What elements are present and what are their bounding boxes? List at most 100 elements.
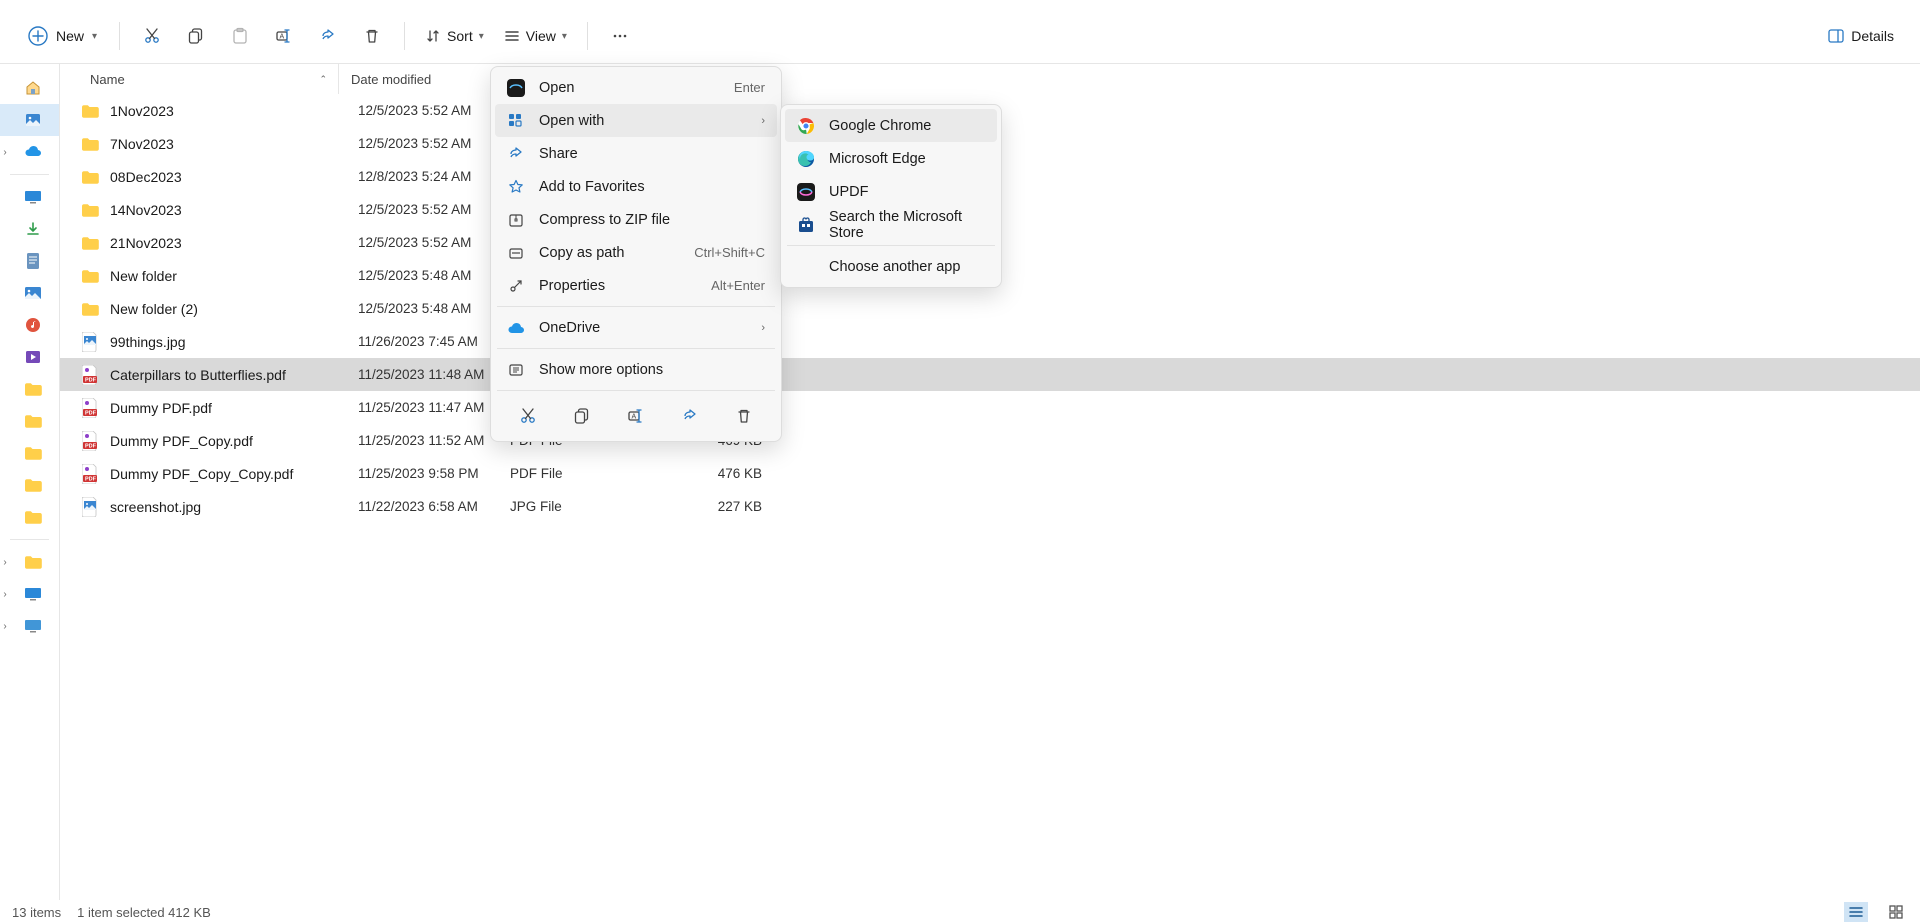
delete-button[interactable] [352, 18, 392, 54]
col-name[interactable]: Name⌃ [60, 64, 338, 94]
status-selection: 1 item selected 412 KB [77, 905, 211, 920]
file-name: Caterpillars to Butterflies.pdf [110, 367, 358, 383]
toolbar: New ▾ A Sort ▾ View ▾ Details [0, 9, 1920, 64]
submenu-edge[interactable]: Microsoft Edge [785, 142, 997, 175]
sort-button[interactable]: Sort ▾ [417, 22, 492, 50]
file-row[interactable]: PDF Caterpillars to Butterflies.pdf11/25/… [60, 358, 1920, 391]
file-row[interactable]: 99things.jpg11/26/2023 7:45 AM [60, 325, 1920, 358]
ctx-zip[interactable]: Compress to ZIP file [495, 203, 777, 236]
nav-downloads[interactable] [0, 213, 59, 245]
separator [10, 174, 49, 175]
chrome-icon [797, 117, 815, 135]
nav-onedrive[interactable]: › [0, 136, 59, 168]
submenu-another[interactable]: Choose another app [785, 250, 997, 283]
onedrive-icon [507, 319, 525, 337]
ctx-copy-path[interactable]: Copy as path Ctrl+Shift+C [495, 236, 777, 269]
nav-network[interactable]: › [0, 610, 59, 642]
ctx-onedrive[interactable]: OneDrive › [495, 311, 777, 344]
nav-pinned-3[interactable] [0, 437, 59, 469]
copy-icon [187, 27, 205, 45]
file-row[interactable]: New folder (2)12/5/2023 5:48 AM [60, 292, 1920, 325]
separator [497, 306, 775, 307]
file-name: screenshot.jpg [110, 499, 358, 515]
chevron-right-icon: › [0, 557, 12, 568]
share-button[interactable] [308, 18, 348, 54]
plus-circle-icon [28, 26, 48, 46]
view-icon [504, 28, 520, 44]
file-row[interactable]: PDFDummy PDF_Copy.pdf11/25/2023 11:52 AM… [60, 424, 1920, 457]
ctx-open-with[interactable]: Open with › [495, 104, 777, 137]
ctx-rename-button[interactable]: A [619, 399, 653, 433]
new-button[interactable]: New ▾ [18, 20, 107, 52]
paste-icon [231, 27, 249, 45]
file-name: Dummy PDF_Copy.pdf [110, 433, 358, 449]
file-row[interactable]: screenshot.jpg11/22/2023 6:58 AMJPG File… [60, 490, 1920, 523]
chevron-right-icon: › [0, 589, 12, 600]
folder-icon [24, 380, 42, 398]
file-type: PDF File [510, 466, 662, 481]
file-row[interactable]: PDFDummy PDF_Copy_Copy.pdf11/25/2023 9:5… [60, 457, 1920, 490]
ctx-delete-button[interactable] [727, 399, 761, 433]
ctx-more-options[interactable]: Show more options [495, 353, 777, 386]
ctx-share-button[interactable] [673, 399, 707, 433]
nav-videos[interactable] [0, 341, 59, 373]
share-icon [507, 145, 525, 163]
folder-icon [24, 412, 42, 430]
nav-pinned-2[interactable] [0, 405, 59, 437]
nav-gallery[interactable] [0, 104, 59, 136]
folder-icon [80, 167, 100, 187]
details-label: Details [1851, 28, 1894, 44]
submenu-chrome[interactable]: Google Chrome [785, 109, 997, 142]
more-button[interactable] [600, 18, 640, 54]
nav-pinned-4[interactable] [0, 469, 59, 501]
context-menu: Open Enter Open with › Share Add to Favo… [490, 66, 782, 442]
ctx-copy-button[interactable] [565, 399, 599, 433]
submenu-store[interactable]: Search the Microsoft Store [785, 208, 997, 241]
nav-thispc-folder[interactable]: › [0, 546, 59, 578]
ctx-open[interactable]: Open Enter [495, 71, 777, 104]
ctx-share[interactable]: Share [495, 137, 777, 170]
col-date[interactable]: Date modified [338, 64, 490, 94]
details-pane-button[interactable]: Details [1819, 21, 1902, 51]
download-icon [24, 220, 42, 238]
copy-button[interactable] [176, 18, 216, 54]
file-row[interactable]: PDFDummy PDF.pdf11/25/2023 11:47 AM [60, 391, 1920, 424]
submenu-updf[interactable]: UPDF [785, 175, 997, 208]
chevron-down-icon: ▾ [479, 31, 484, 42]
rename-button[interactable]: A [264, 18, 304, 54]
ctx-cut-button[interactable] [511, 399, 545, 433]
separator [497, 348, 775, 349]
view-button[interactable]: View ▾ [496, 22, 575, 50]
separator [404, 22, 405, 50]
pdf-icon: PDF [80, 365, 100, 385]
nav-home[interactable] [0, 72, 59, 104]
separator [587, 22, 588, 50]
ctx-properties[interactable]: Properties Alt+Enter [495, 269, 777, 302]
file-name: 14Nov2023 [110, 202, 358, 218]
edge-icon [797, 150, 815, 168]
cut-button[interactable] [132, 18, 172, 54]
nav-desktop[interactable] [0, 181, 59, 213]
nav-pictures[interactable] [0, 277, 59, 309]
ellipsis-icon [611, 27, 629, 45]
music-icon [24, 316, 42, 334]
file-date: 11/25/2023 11:48 AM [358, 367, 510, 382]
delete-icon [735, 407, 753, 425]
folder-icon [80, 299, 100, 319]
folder-icon [24, 508, 42, 526]
nav-thispc[interactable]: › [0, 578, 59, 610]
rename-icon: A [275, 27, 293, 45]
nav-pinned-1[interactable] [0, 373, 59, 405]
file-type: JPG File [510, 499, 662, 514]
status-count: 13 items [12, 905, 61, 920]
nav-music[interactable] [0, 309, 59, 341]
view-details-button[interactable] [1844, 902, 1868, 922]
copy-icon [573, 407, 591, 425]
nav-documents[interactable] [0, 245, 59, 277]
view-thumbnails-button[interactable] [1884, 902, 1908, 922]
nav-pinned-5[interactable] [0, 501, 59, 533]
paste-button[interactable] [220, 18, 260, 54]
ctx-favorites[interactable]: Add to Favorites [495, 170, 777, 203]
chevron-down-icon: ▾ [92, 31, 97, 42]
folder-icon [24, 553, 42, 571]
